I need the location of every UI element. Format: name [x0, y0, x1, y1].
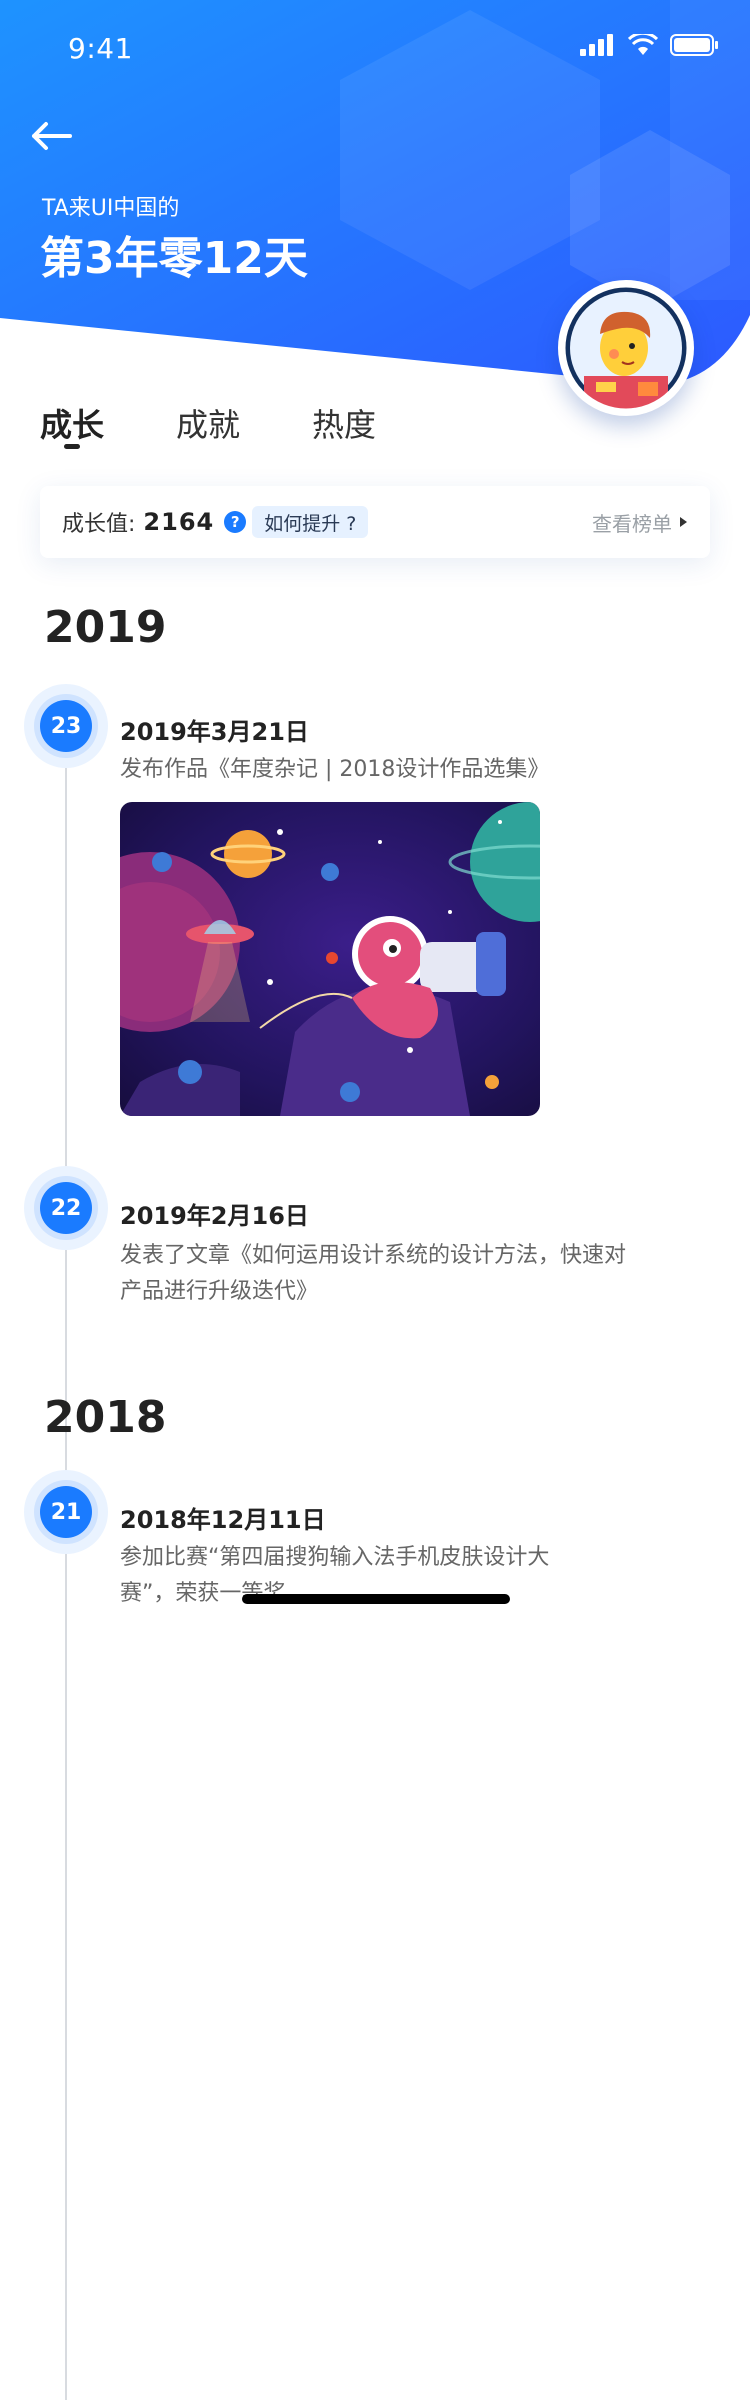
arrow-left-icon [32, 122, 72, 150]
event-description[interactable]: 发布作品《年度杂记 | 2018设计作品选集》 [120, 752, 640, 788]
caret-right-icon [680, 517, 687, 527]
event-description[interactable]: 发表了文章《如何运用设计系统的设计方法，快速对产品进行升级迭代》 [120, 1238, 630, 1310]
timeline-node: 21 [24, 1470, 108, 1554]
timeline-node-day: 23 [40, 700, 92, 752]
avatar[interactable] [558, 280, 694, 416]
timeline-node-day: 21 [40, 1486, 92, 1538]
signal-icon [580, 34, 613, 56]
growth-card: 成长值: 2164 ? 如何提升 ? 查看榜单 [40, 486, 710, 558]
year-heading-2018: 2018 [44, 1392, 167, 1443]
event-date: 2018年12月11日 [120, 1506, 326, 1534]
wifi-icon [628, 34, 658, 55]
how-to-improve-button[interactable]: 如何提升 ? [252, 506, 369, 538]
tab-active-indicator [64, 444, 80, 449]
growth-value: 2164 [143, 508, 215, 536]
year-heading-2019: 2019 [44, 602, 167, 653]
status-bar: 9:41 [0, 0, 750, 88]
growth-label: 成长值: [62, 512, 136, 537]
timeline-node-day: 22 [40, 1182, 92, 1234]
battery-icon [670, 34, 718, 56]
tab-growth[interactable]: 成长 [40, 400, 104, 446]
join-duration: 第3年零12天 [40, 233, 308, 284]
tab-achievements[interactable]: 成就 [176, 400, 240, 446]
timeline-node: 22 [24, 1166, 108, 1250]
tab-popularity[interactable]: 热度 [312, 400, 376, 446]
timeline-line [65, 760, 67, 2400]
status-time: 9:41 [68, 32, 133, 65]
event-date: 2019年3月21日 [120, 718, 309, 746]
back-button[interactable] [28, 112, 76, 160]
question-circle-icon[interactable]: ? [224, 511, 247, 533]
join-caption: TA来UI中国的 [42, 196, 180, 221]
view-ranking-label: 查看榜单 [592, 511, 672, 536]
timeline-node: 23 [24, 684, 108, 768]
artwork-thumbnail[interactable] [120, 802, 540, 1116]
status-icons [580, 34, 718, 56]
space-monster-illustration [120, 802, 540, 1116]
tab-bar: 成长 成就 热度 [40, 400, 376, 446]
view-ranking-link[interactable]: 查看榜单 [592, 508, 688, 537]
event-date: 2019年2月16日 [120, 1202, 309, 1230]
home-indicator [242, 1594, 510, 1604]
astronaut-avatar-illustration [562, 284, 690, 412]
